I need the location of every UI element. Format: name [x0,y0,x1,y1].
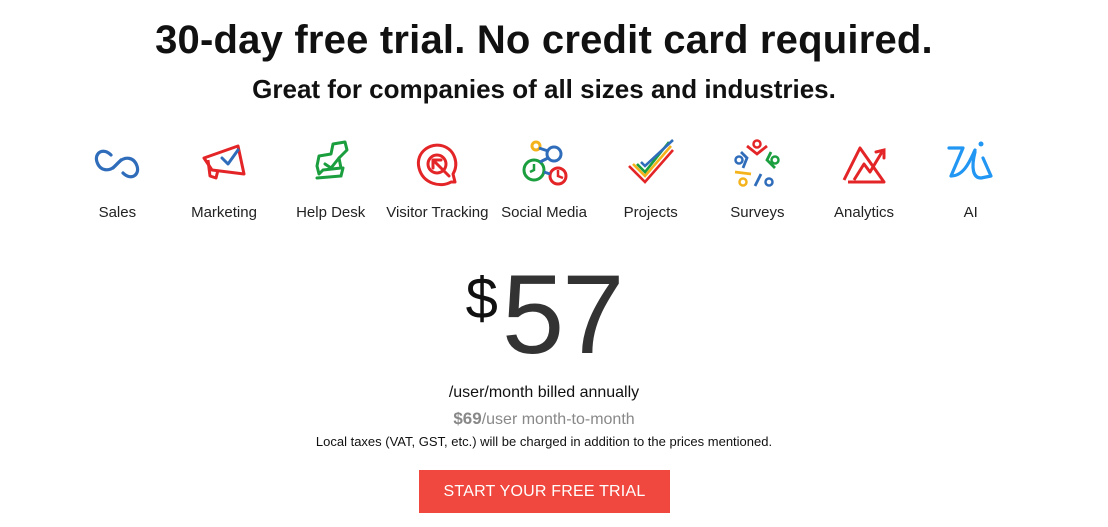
product-social-media[interactable]: Social Media [491,138,598,221]
product-label: Sales [98,204,137,221]
page-subtitle: Great for companies of all sizes and ind… [252,74,836,104]
product-label: AI [963,204,978,221]
analytics-mountain-icon [842,146,886,184]
sales-infinity-icon [95,149,140,179]
product-ai[interactable]: AI [917,138,1024,221]
product-analytics[interactable]: Analytics [811,138,918,221]
monthly-suffix: /user month-to-month [481,411,635,428]
projects-check-icon [627,139,674,184]
product-sales[interactable]: Sales [64,138,171,221]
product-label: Projects [623,204,678,221]
product-label: Marketing [191,204,257,221]
page-title: 30-day free trial. No credit card requir… [155,18,933,62]
product-label: Social Media [501,204,587,221]
product-marketing[interactable]: Marketing [171,138,278,221]
marketing-megaphone-icon [202,144,246,180]
start-free-trial-button[interactable]: START YOUR FREE TRIAL [419,470,670,513]
ai-zia-icon [947,141,993,180]
social-nodes-icon [522,140,568,186]
surveys-people-icon [734,139,781,187]
billing-period: /user/month billed annually [448,384,640,401]
monthly-price: $69 [453,409,482,428]
helpdesk-chat-icon [315,140,349,180]
product-list: Sales Marketing Help Desk Visitor Tracki… [64,138,1024,221]
product-help-desk[interactable]: Help Desk [277,138,384,221]
price-display: $57 [0,255,1088,375]
taxes-note: Local taxes (VAT, GST, etc.) will be cha… [315,434,773,449]
monthly-price-note: $69/user month-to-month [0,409,1088,429]
product-label: Analytics [834,204,895,221]
product-surveys[interactable]: Surveys [704,138,811,221]
price-amount: 57 [501,252,625,377]
product-label: Surveys [730,204,785,221]
product-label: Help Desk [296,204,366,221]
product-label: Visitor Tracking [386,204,489,221]
product-projects[interactable]: Projects [597,138,704,221]
visitor-target-icon [417,143,458,187]
price-currency: $ [465,266,498,331]
product-visitor-tracking[interactable]: Visitor Tracking [384,138,491,221]
